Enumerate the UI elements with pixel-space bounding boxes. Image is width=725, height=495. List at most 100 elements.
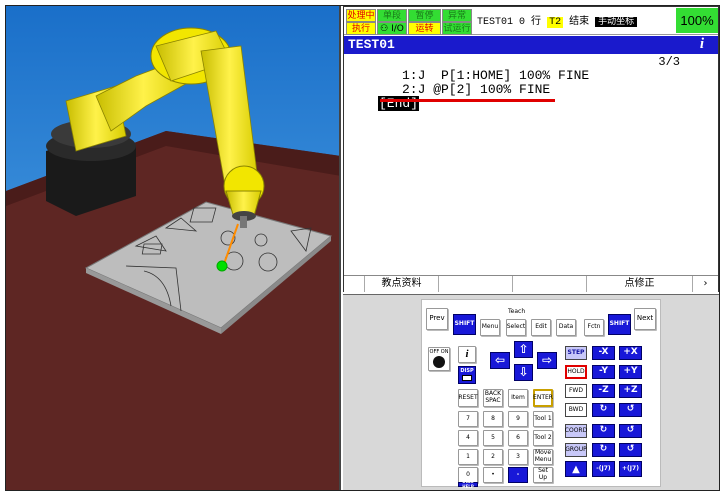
backspace-key[interactable]: BACK SPAC [483, 389, 503, 407]
teach-pendant-screen: 处理中 单段 暂停 异常 执行 ⚇ I/O 运转 试运行 TEST01 0 行 … [343, 6, 719, 292]
tool2-key[interactable]: Tool 2 [533, 430, 553, 446]
jog-plus-ry-key[interactable]: ↺ [619, 424, 642, 438]
status-fault: 异常 [442, 9, 472, 22]
shift-right-key[interactable]: SHIFT [608, 314, 631, 335]
status-test: 试运行 [442, 22, 472, 35]
status-running: 运转 [408, 22, 441, 35]
fkey-spacer [344, 276, 364, 292]
arrow-down-icon: ⇩ [518, 364, 529, 379]
line-count: 3/3 [658, 55, 680, 69]
io-icon: ⚇ [380, 24, 392, 34]
arrow-up-icon: ⇧ [518, 341, 529, 356]
jog-minus-y-key[interactable]: -Y [592, 365, 615, 379]
arrow-up-key[interactable]: ⇧ [514, 341, 533, 358]
fwd-key[interactable]: FWD [565, 384, 587, 398]
key-6[interactable]: 6 [508, 430, 528, 446]
display-icon [462, 375, 472, 382]
jog-plus-rx-key[interactable]: ↺ [619, 403, 642, 417]
move-menu-key[interactable]: Move Menu [533, 449, 553, 465]
program-title-bar: TEST01 i [344, 36, 718, 54]
info-icon[interactable]: i [700, 36, 704, 53]
fkey-f4[interactable]: 点修正 [586, 276, 692, 292]
program-status: TEST01 0 行 T2 结束 手动坐标 [477, 16, 638, 29]
program-line-1[interactable]: 1:J P[1:HOME] 100% FINE [402, 69, 589, 83]
menu-key[interactable]: Menu [480, 319, 500, 336]
rotate-z-minus-icon: ↻ [599, 444, 608, 455]
arrow-left-key[interactable]: ⇦ [490, 352, 510, 369]
fkey-f3[interactable] [512, 276, 586, 292]
rotate-z-plus-icon: ↺ [626, 444, 635, 455]
arrow-right-icon: ⇨ [541, 352, 553, 367]
key-4[interactable]: 4 [458, 430, 478, 446]
key-3[interactable]: 3 [508, 449, 528, 465]
bwd-key[interactable]: BWD [565, 403, 587, 417]
onoff-label: OFF ON [429, 348, 449, 355]
program-line-2[interactable]: 2:J @P[2] 100% FINE [402, 83, 550, 97]
robot-3d-view[interactable] [6, 6, 341, 490]
fctn-key[interactable]: Fctn [584, 319, 604, 336]
select-key[interactable]: Select [506, 319, 526, 336]
key-dot[interactable]: • [483, 467, 503, 483]
data-key[interactable]: Data [556, 319, 576, 336]
jog-plus-y-key[interactable]: +Y [619, 365, 642, 379]
next-key[interactable]: Next [634, 308, 656, 330]
teach-pendant-keypad: Prev SHIFT Teach Menu Select Edit Data F… [343, 294, 719, 490]
status-processing: 处理中 [346, 9, 376, 22]
arrow-right-key[interactable]: ⇨ [537, 352, 557, 369]
tool1-key[interactable]: Tool 1 [533, 411, 553, 427]
hold-key[interactable]: HOLD [565, 365, 587, 379]
shift-left-key[interactable]: SHIFT [453, 314, 476, 335]
jog-minus-j7-key[interactable]: -(J7) [592, 461, 615, 477]
arrow-down-key[interactable]: ⇩ [514, 364, 533, 381]
jog-minus-rz-key[interactable]: ↻ [592, 443, 615, 457]
key-9[interactable]: 9 [508, 411, 528, 427]
enter-key[interactable]: ENTER [533, 389, 553, 407]
jog-minus-z-key[interactable]: -Z [592, 384, 615, 398]
rotate-x-minus-icon: ↻ [599, 404, 608, 415]
key-5[interactable]: 5 [483, 430, 503, 446]
roboguide-window: 处理中 单段 暂停 异常 执行 ⚇ I/O 运转 试运行 TEST01 0 行 … [5, 5, 720, 491]
key-8[interactable]: 8 [483, 411, 503, 427]
tcp-marker-icon [216, 260, 228, 272]
power-dial-icon [433, 356, 445, 369]
fkey-f2[interactable] [438, 276, 512, 292]
onoff-switch[interactable]: OFF ON [428, 347, 450, 371]
speed-up-icon: ▲ [572, 463, 580, 475]
status-io-label: I/O [391, 24, 404, 34]
jog-plus-rz-key[interactable]: ↺ [619, 443, 642, 457]
status-single-step: 单段 [377, 9, 407, 22]
line-number: 0 行 [519, 17, 542, 28]
speed-up-key[interactable]: ▲ [565, 461, 587, 477]
coord-key[interactable]: COORD [565, 424, 587, 438]
setup-key[interactable]: Set Up [533, 467, 553, 483]
prev-key[interactable]: Prev [426, 308, 448, 330]
jog-minus-rx-key[interactable]: ↻ [592, 403, 615, 417]
edit-key[interactable]: Edit [531, 319, 551, 336]
jog-plus-j7-key[interactable]: +(J7) [619, 461, 642, 477]
key-7[interactable]: 7 [458, 411, 478, 427]
jog-plus-z-key[interactable]: +Z [619, 384, 642, 398]
step-key[interactable]: STEP [565, 346, 587, 360]
jog-minus-ry-key[interactable]: ↻ [592, 424, 615, 438]
status-pause: 暂停 [408, 9, 441, 22]
disp-key[interactable]: DISP [458, 366, 476, 384]
key-2[interactable]: 2 [483, 449, 503, 465]
item-key[interactable]: Item [508, 389, 528, 407]
arrow-left-icon: ⇦ [494, 352, 506, 367]
key-1[interactable]: 1 [458, 449, 478, 465]
fkey-next-page[interactable]: › [692, 276, 718, 292]
info-key[interactable]: i [458, 346, 476, 363]
t2-mode-badge: T2 [547, 17, 564, 28]
program-title: TEST01 [348, 37, 395, 52]
jog-minus-x-key[interactable]: -X [592, 346, 615, 360]
key-comma[interactable]: - [508, 467, 528, 483]
diag-help-key[interactable]: DIAG HELP [458, 479, 478, 488]
group-key[interactable]: GROUP [565, 443, 587, 457]
function-key-bar: 教点资料 点修正 › [344, 275, 718, 292]
rotate-y-minus-icon: ↻ [599, 425, 608, 436]
rotate-y-plus-icon: ↺ [626, 425, 635, 436]
reset-key[interactable]: RESET [458, 389, 478, 407]
jog-plus-x-key[interactable]: +X [619, 346, 642, 360]
fkey-f1[interactable]: 教点资料 [364, 276, 438, 292]
coord-mode: 手动坐标 [595, 17, 638, 27]
